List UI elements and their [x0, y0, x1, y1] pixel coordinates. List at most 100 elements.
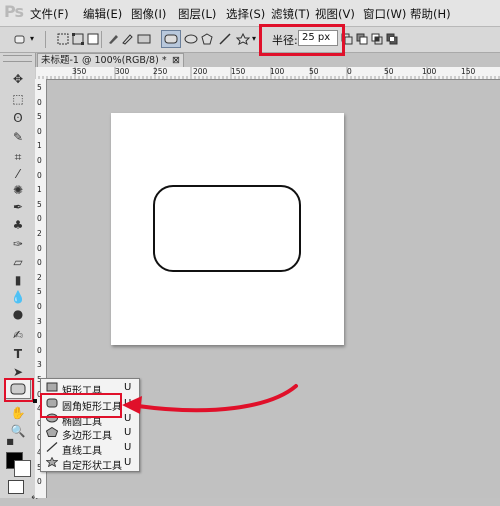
type-tool-icon[interactable]: T	[9, 346, 27, 362]
screen-mode-icon[interactable]	[8, 480, 24, 494]
menu-help[interactable]: 帮助(H)	[410, 6, 451, 22]
menu-bar: Ps 文件(F) 编辑(E) 图像(I) 图层(L) 选择(S) 滤镜(T) 视…	[0, 0, 500, 27]
chevron-down-icon[interactable]: ▾	[30, 33, 42, 45]
ruler-label: 0	[37, 477, 42, 487]
clone-stamp-tool-icon[interactable]: ♣	[9, 217, 27, 233]
marquee-tool-icon[interactable]: ⬚	[9, 91, 27, 107]
ruler-label: 0	[37, 258, 42, 268]
flyout-item-shortcut: U	[124, 457, 132, 468]
menu-image[interactable]: 图像(I)	[131, 6, 166, 22]
healing-brush-tool-icon[interactable]: ✺	[9, 182, 27, 198]
menu-filter[interactable]: 滤镜(T)	[271, 6, 310, 22]
background-color-swatch[interactable]	[14, 460, 31, 477]
ruler-label: 0	[37, 170, 42, 180]
flyout-item-label: 自定形状工具	[62, 461, 122, 472]
ruler-label: 0	[37, 345, 42, 355]
pen-icon[interactable]	[107, 33, 119, 45]
panel-grip[interactable]	[3, 55, 32, 62]
gradient-tool-icon[interactable]: ▮	[9, 272, 27, 288]
ruler-horizontal: 350 300 250 200 150 100 50 0 50 100 150	[35, 67, 500, 80]
menu-window[interactable]: 窗口(W)	[363, 6, 406, 22]
eraser-tool-icon[interactable]: ▱	[9, 254, 27, 270]
ruler-label: 50	[384, 67, 394, 76]
flyout-item-shortcut: U	[124, 442, 132, 453]
ruler-label: 0	[37, 97, 42, 107]
crop-tool-icon[interactable]: ⌗	[9, 149, 27, 165]
ruler-label: 0	[37, 302, 42, 311]
close-icon[interactable]: ⊠	[172, 54, 180, 67]
menu-layer[interactable]: 图层(L)	[178, 6, 216, 22]
ruler-label: 0	[37, 243, 42, 253]
menu-file[interactable]: 文件(F)	[30, 6, 69, 22]
quick-selection-tool-icon[interactable]: ✎	[9, 129, 27, 145]
ruler-label: 250	[153, 67, 168, 76]
fill-pixels-icon[interactable]	[87, 33, 99, 45]
dodge-tool-icon[interactable]: ●	[9, 306, 27, 322]
brush-tool-icon[interactable]: ✒	[9, 199, 27, 215]
ruler-label: 150	[461, 67, 476, 76]
flyout-item-line[interactable]: 直线工具 U	[41, 440, 139, 457]
menu-select[interactable]: 选择(S)	[226, 6, 265, 22]
blur-tool-icon[interactable]: 💧	[9, 289, 27, 305]
line-icon	[46, 442, 58, 452]
rect-icon	[46, 382, 58, 392]
lasso-tool-icon[interactable]: ʘ	[9, 110, 27, 126]
ruler-label: 3	[37, 360, 42, 370]
ruler-label: 1	[37, 141, 42, 151]
tool-highlight-box	[4, 378, 34, 402]
ruler-label: 0	[37, 126, 42, 136]
custom-shape-icon[interactable]	[236, 33, 250, 45]
rounded-rect-icon[interactable]	[164, 33, 178, 45]
exclude-overlap-icon[interactable]	[386, 33, 398, 45]
freeform-pen-icon[interactable]	[121, 33, 133, 45]
ruler-label: 2	[37, 229, 42, 238]
eyedropper-tool-icon[interactable]: ⁄	[9, 166, 27, 182]
separator	[101, 31, 102, 48]
menu-edit[interactable]: 编辑(E)	[83, 6, 122, 22]
ruler-label: 5	[37, 287, 42, 297]
radius-highlight-box	[259, 24, 345, 56]
flyout-highlight-box	[40, 393, 122, 418]
polygon-icon[interactable]	[201, 33, 213, 45]
tool-preset-icon[interactable]	[14, 33, 26, 45]
ruler-label: 0	[37, 214, 42, 224]
ruler-label: 0	[37, 331, 42, 341]
menu-view[interactable]: 视图(V)	[315, 6, 355, 22]
ellipse-icon[interactable]	[184, 33, 198, 45]
app-logo: Ps	[4, 2, 24, 21]
options-bar: ▾ ▾	[0, 27, 500, 53]
separator	[45, 31, 46, 48]
shape-layers-icon[interactable]	[57, 33, 69, 45]
flyout-item-custom-shape[interactable]: 自定形状工具 U	[41, 455, 139, 472]
intersect-shape-area-icon[interactable]	[371, 33, 383, 45]
annotation-arrow	[122, 384, 298, 414]
move-tool-icon[interactable]: ✥	[9, 71, 27, 87]
ruler-label: 2	[37, 272, 42, 282]
history-brush-tool-icon[interactable]: ✑	[9, 236, 27, 252]
ruler-label: 200	[193, 67, 208, 76]
rect-icon[interactable]	[137, 33, 151, 45]
ruler-label: 5	[37, 112, 42, 122]
ruler-label: 100	[270, 67, 285, 76]
ruler-label: 5	[37, 199, 42, 209]
ruler-label: 300	[115, 67, 130, 76]
subtract-shape-area-icon[interactable]	[356, 33, 368, 45]
ruler-label: 50	[309, 67, 319, 76]
document-tab[interactable]: 未标题-1 @ 100%(RGB/8) * ⊠	[37, 53, 184, 67]
ruler-label: 0	[37, 156, 42, 165]
hand-tool-icon[interactable]: ✋	[9, 405, 27, 421]
ruler-label: 5	[37, 83, 42, 92]
paths-icon[interactable]	[72, 33, 84, 45]
ruler-label: 350	[72, 67, 87, 76]
rounded-rectangle-shape[interactable]	[153, 185, 301, 272]
document-tab-title: 未标题-1 @ 100%(RGB/8) *	[41, 55, 167, 66]
default-colors-icon[interactable]: ■	[1, 434, 19, 450]
tools-panel: ✥ ⬚ ʘ ✎ ⌗ ⁄ ✺ ✒ ♣ ✑ ▱ ▮ 💧 ● ✍ T ➤ ✋ 🔍 ↔ …	[0, 53, 39, 503]
ruler-label: 150	[231, 67, 246, 76]
ruler-label: 0	[347, 67, 352, 76]
ruler-label: 1	[37, 185, 42, 195]
selected-bullet-icon	[33, 399, 37, 403]
pen-tool-icon[interactable]: ✍	[9, 327, 27, 343]
ruler-label: 100	[422, 67, 437, 76]
line-icon[interactable]	[219, 33, 231, 45]
